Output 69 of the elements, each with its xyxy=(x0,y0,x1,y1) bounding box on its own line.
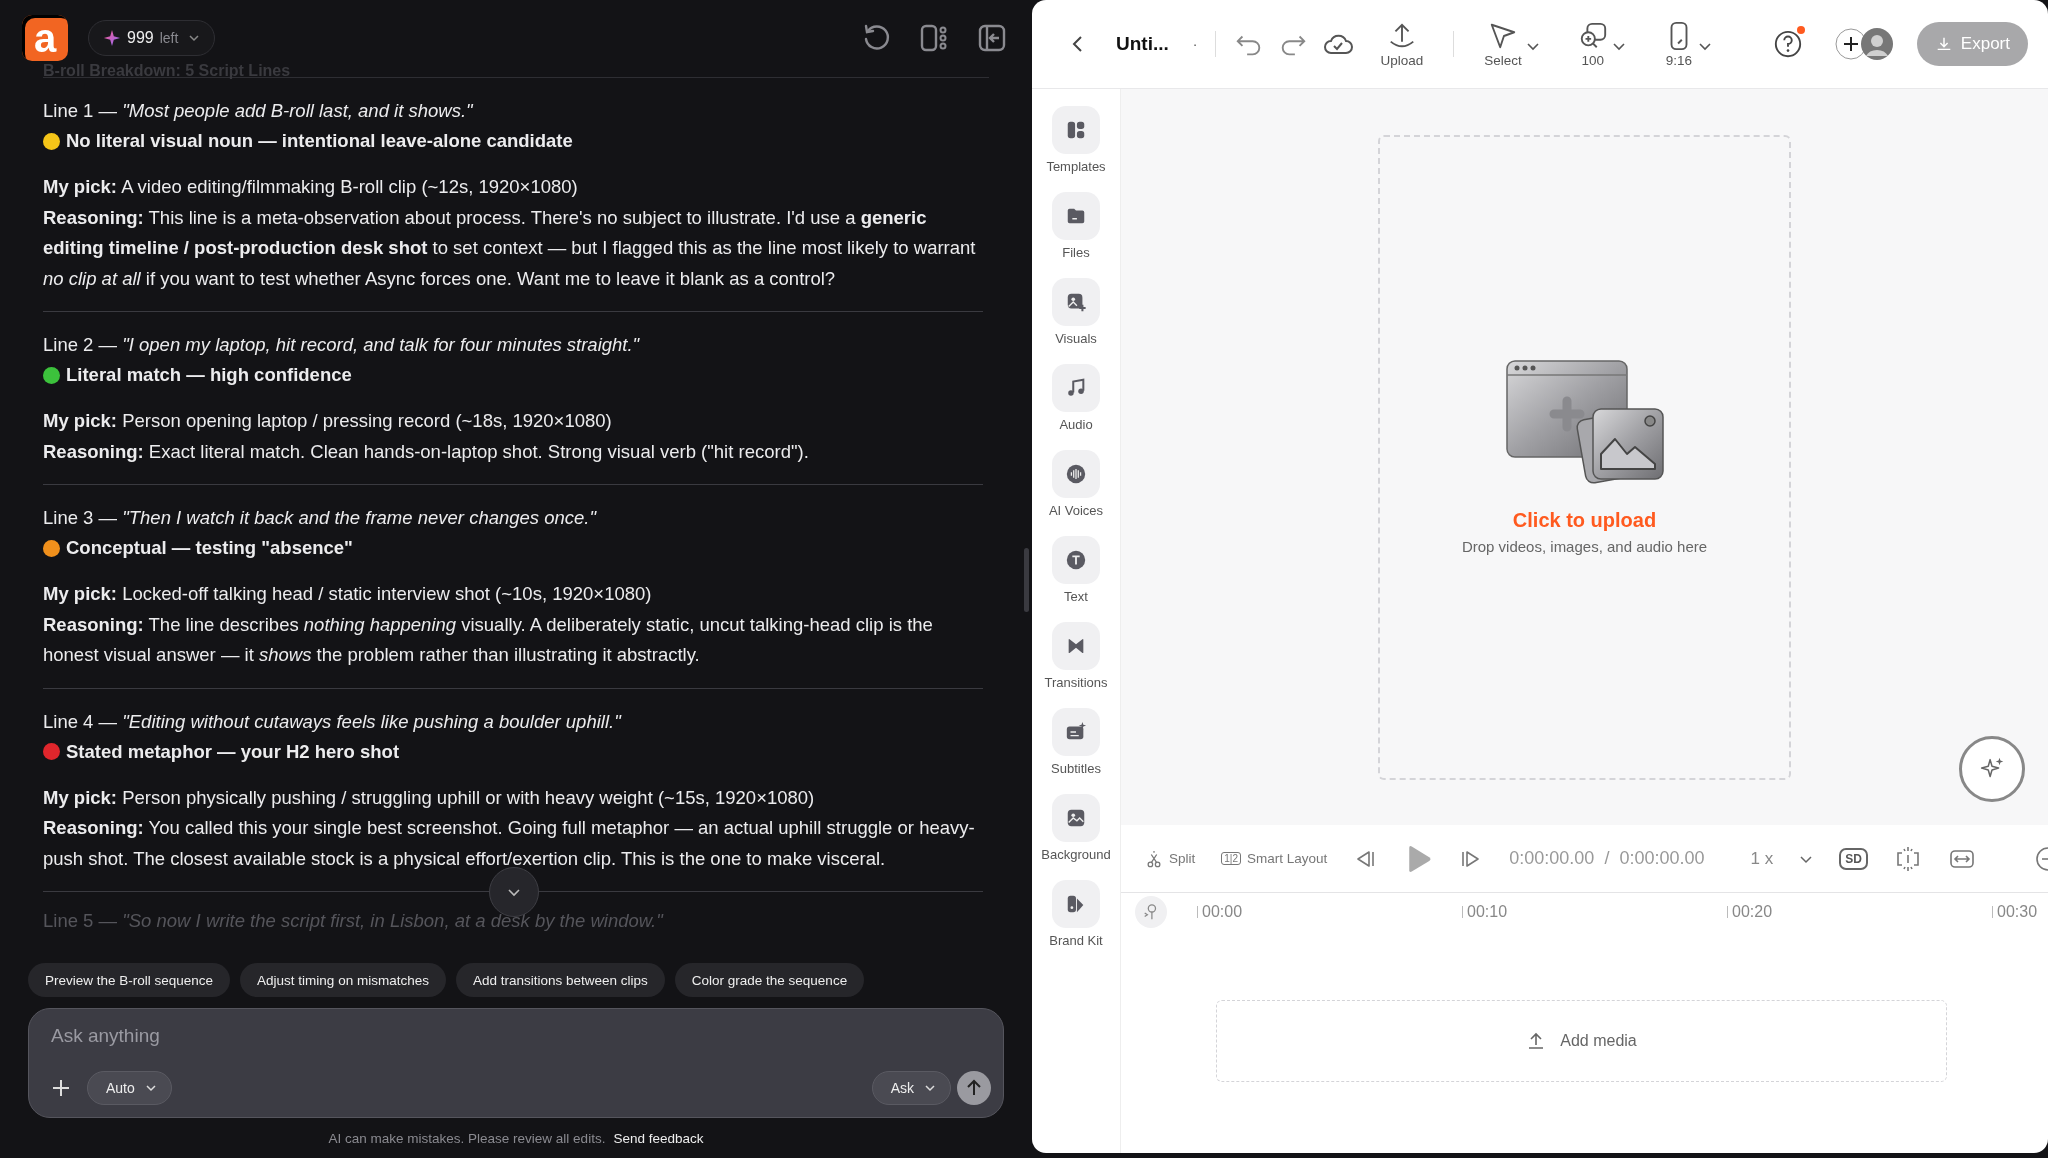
line-heading: Line 4 — "Editing without cutaways feels like pushing a boulder uphill." xyxy=(43,709,623,734)
line-tag: Conceptual — testing "absence" xyxy=(66,533,353,563)
disclaimer-text: AI can make mistakes. Please review all edits. xyxy=(328,1130,606,1146)
line-heading: Line 3 — "Then I watch it back and the frame never changes once." xyxy=(43,506,598,530)
send-button[interactable] xyxy=(957,1071,991,1105)
model-dropdown[interactable]: Auto xyxy=(87,1071,172,1105)
scrollbar[interactable] xyxy=(1024,548,1029,612)
time-separator: / xyxy=(1604,848,1610,869)
help-icon[interactable] xyxy=(1772,29,1803,59)
chevron-down-icon xyxy=(188,32,201,44)
toolbar-button[interactable]: Upload xyxy=(1380,20,1424,68)
music-note-icon xyxy=(1065,377,1087,399)
sidebar-item[interactable]: Templates xyxy=(1046,106,1106,184)
split-button[interactable]: Split xyxy=(1145,849,1196,868)
templates-icon xyxy=(1065,119,1087,141)
image-add-icon xyxy=(1065,291,1087,313)
chevron-down-icon xyxy=(924,1082,936,1094)
reasoning-text: Reasoning: This line is a meta-observation about process. There's no subject to illustrate. I'd use a generic editing timeline / post-production desk shot to set context — but I flagged this as the line most likely to warrant no clip at all if you want to test whether Async forces one. Want me to leave it blank as a control? xyxy=(43,205,977,291)
feedback-link[interactable]: Send feedback xyxy=(613,1130,704,1146)
pick-text: My pick: Person physically pushing / struggling uphill or with heavy weight (~15s, 1920×1080) xyxy=(43,785,816,810)
waveform-icon xyxy=(1065,463,1087,485)
reasoning-text: Reasoning: The line describes nothing happening visually. A deliberately static, uncut talking-head clip is the honest visual answer — it shows the problem rather than illustrating it abstractly. xyxy=(43,612,934,667)
add-media-button[interactable]: Add media xyxy=(1216,1000,1947,1082)
playhead-pin-icon[interactable] xyxy=(1135,896,1167,928)
toolbar-button[interactable]: Select xyxy=(1484,20,1522,68)
add-icon[interactable] xyxy=(51,1078,71,1098)
toolbar-button[interactable]: 9:16 xyxy=(1663,20,1694,68)
line-heading: Line 1 — "Most people add B-roll last, and it shows." xyxy=(43,99,474,123)
chevron-down-icon xyxy=(144,1082,157,1094)
quality-button[interactable]: SD xyxy=(1839,847,1868,870)
image-icon xyxy=(1065,807,1087,829)
scissors-icon xyxy=(1145,849,1163,868)
ruler-label: 00:00 xyxy=(1197,906,1462,918)
upload-dropzone[interactable]: Click to upload Drop videos, images, and audio here xyxy=(1378,134,1791,780)
duration: 0:00:00.00 xyxy=(1619,848,1705,869)
suggestion-chip[interactable]: Add transitions between clips xyxy=(455,963,665,997)
credits-dropdown[interactable]: 999 left xyxy=(88,20,216,56)
current-time: 0:00:00.00 xyxy=(1509,848,1595,869)
collapse-panel-icon[interactable] xyxy=(976,22,1008,54)
chat-input[interactable]: Ask anything Auto Ask xyxy=(28,1008,1004,1118)
title-mark: · xyxy=(1192,36,1198,52)
sparkle-icon xyxy=(103,29,121,47)
upload-hint: Drop videos, images, and audio here xyxy=(1461,538,1708,555)
avatar[interactable] xyxy=(1860,28,1893,60)
line-heading: Line 2 — "I open my laptop, hit record, and talk for four minutes straight." xyxy=(43,333,641,357)
line-heading: Line 5 — "So now I write the script first, in Lisbon, at a desk by the window." xyxy=(43,909,665,933)
ruler-label: 00:30 xyxy=(1992,906,2038,918)
project-title[interactable]: Unti... xyxy=(1116,33,1169,55)
ruler-label: 00:10 xyxy=(1462,906,1727,918)
mode-dropdown[interactable]: Ask xyxy=(871,1071,951,1105)
sidebar-item[interactable]: Transitions xyxy=(1044,622,1108,700)
smart-layout-button[interactable]: 1|2 Smart Layout xyxy=(1221,851,1328,866)
suggestion-chip[interactable]: Color grade the sequence xyxy=(674,963,865,997)
ruler-label: 00:20 xyxy=(1727,906,1992,918)
line-tag: No literal visual noun — intentional leave-alone candidate xyxy=(66,126,573,156)
pick-text: My pick: A video editing/filmmaking B-roll clip (~12s, 1920×1080) xyxy=(43,175,579,199)
line-tag: Literal match — high confidence xyxy=(66,360,352,390)
suggestion-chip[interactable]: Preview the B-roll sequence xyxy=(28,963,231,997)
pick-text: My pick: Locked-off talking head / static interview shot (~10s, 1920×1080) xyxy=(43,582,653,606)
reasoning-text: Reasoning: You called this your single best screenshot. Going full metaphor — an actual uphill struggle or heavy-push shot. The closest available stock is a physical effort/exertion clip. This is the one to make visceral. xyxy=(43,816,976,871)
toolbar-button[interactable]: 100 xyxy=(1577,20,1608,68)
text-icon xyxy=(1065,549,1087,571)
line-tag: Stated metaphor — your H2 hero shot xyxy=(66,736,400,767)
suggestion-chip[interactable]: Adjust timing on mismatches xyxy=(240,963,446,997)
zoom-out-icon[interactable] xyxy=(2034,844,2048,873)
sidebar-item[interactable]: Background xyxy=(1041,794,1111,872)
reasoning-text: Reasoning: Exact literal match. Clean hands-on-laptop shot. Strong visual verb ("hit record"). xyxy=(43,439,810,464)
pick-text: My pick: Person opening laptop / pressing record (~18s, 1920×1080) xyxy=(43,409,613,433)
speed-dropdown[interactable]: 1 x xyxy=(1750,848,1814,869)
